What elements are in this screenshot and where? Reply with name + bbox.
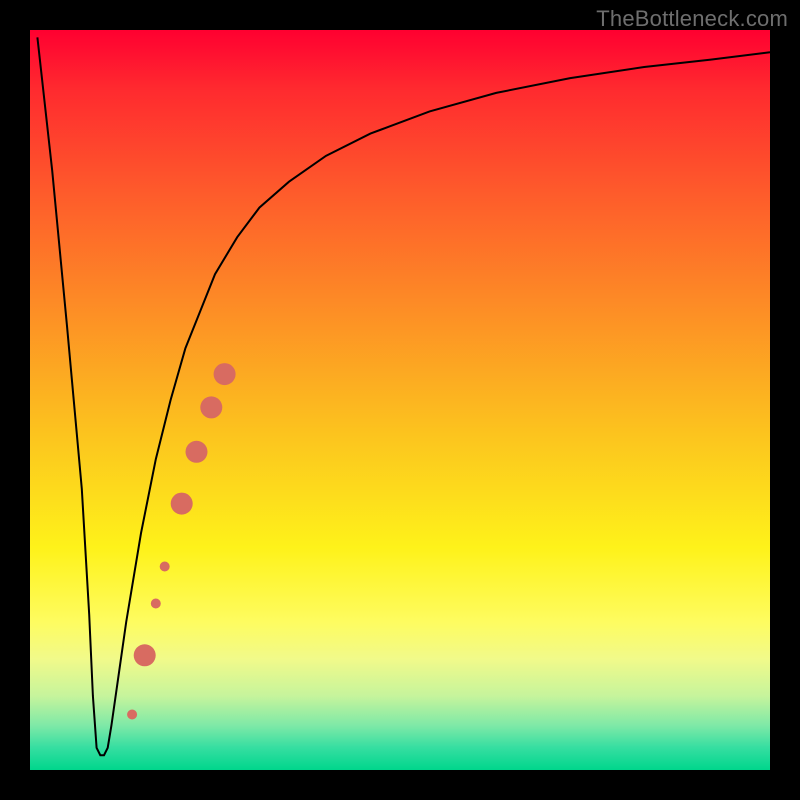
attribution-text: TheBottleneck.com [596,6,788,32]
highlight-marker [186,441,208,463]
highlight-marker [134,644,156,666]
highlight-markers [127,363,236,719]
highlight-marker [200,396,222,418]
highlight-marker [160,562,170,572]
highlight-marker [214,363,236,385]
chart-container: TheBottleneck.com [0,0,800,800]
plot-area [30,30,770,770]
highlight-marker [127,710,137,720]
highlight-marker [171,493,193,515]
highlight-marker [151,599,161,609]
chart-svg [30,30,770,770]
